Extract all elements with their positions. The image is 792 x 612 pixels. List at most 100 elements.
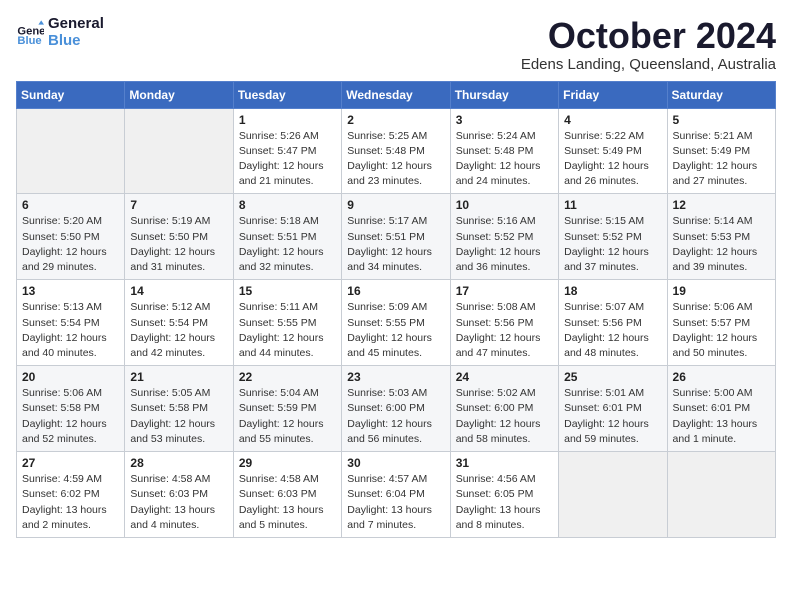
day-number: 9	[347, 198, 444, 212]
calendar-cell: 7 Sunrise: 5:19 AM Sunset: 5:50 PM Daylig…	[125, 194, 233, 280]
day-number: 20	[22, 370, 119, 384]
calendar-cell	[125, 108, 233, 194]
calendar-cell: 8 Sunrise: 5:18 AM Sunset: 5:51 PM Daylig…	[233, 194, 341, 280]
day-info: Sunrise: 5:06 AM Sunset: 5:58 PM Dayligh…	[22, 386, 119, 447]
calendar-cell: 11Sunrise: 5:15 AM Sunset: 5:52 PM Dayli…	[559, 194, 667, 280]
calendar-cell: 23Sunrise: 5:03 AM Sunset: 6:00 PM Dayli…	[342, 366, 450, 452]
day-number: 6	[22, 198, 119, 212]
day-info: Sunrise: 5:08 AM Sunset: 5:56 PM Dayligh…	[456, 300, 553, 361]
calendar-cell: 24 Sunrise: 5:02 AM Sunset: 6:00 PM Dayli…	[450, 366, 558, 452]
day-info: Sunrise: 4:59 AM Sunset: 6:02 PM Dayligh…	[22, 472, 119, 533]
calendar-cell: 19 Sunrise: 5:06 AM Sunset: 5:57 PM Dayli…	[667, 280, 775, 366]
day-info: Sunrise: 5:20 AM Sunset: 5:50 PM Dayligh…	[22, 214, 119, 275]
calendar-cell: 28 Sunrise: 4:58 AM Sunset: 6:03 PM Dayli…	[125, 452, 233, 538]
day-number: 17	[456, 284, 553, 298]
day-number: 8	[239, 198, 336, 212]
day-info: Sunrise: 4:58 AM Sunset: 6:03 PM Dayligh…	[239, 472, 336, 533]
calendar-cell: 27 Sunrise: 4:59 AM Sunset: 6:02 PM Dayli…	[17, 452, 125, 538]
logo-line1: General	[48, 16, 104, 33]
day-number: 7	[130, 198, 227, 212]
day-info: Sunrise: 5:11 AM Sunset: 5:55 PM Dayligh…	[239, 300, 336, 361]
calendar-week-2: 6 Sunrise: 5:20 AM Sunset: 5:50 PM Daylig…	[17, 194, 776, 280]
calendar-cell: 20 Sunrise: 5:06 AM Sunset: 5:58 PM Dayli…	[17, 366, 125, 452]
day-info: Sunrise: 5:18 AM Sunset: 5:51 PM Dayligh…	[239, 214, 336, 275]
location-title: Edens Landing, Queensland, Australia	[521, 56, 776, 73]
calendar-cell: 3 Sunrise: 5:24 AM Sunset: 5:48 PM Daylig…	[450, 108, 558, 194]
day-number: 13	[22, 284, 119, 298]
calendar-cell	[667, 452, 775, 538]
day-info: Sunrise: 5:14 AM Sunset: 5:53 PM Dayligh…	[673, 214, 770, 275]
day-info: Sunrise: 4:56 AM Sunset: 6:05 PM Dayligh…	[456, 472, 553, 533]
calendar-cell: 1 Sunrise: 5:26 AM Sunset: 5:47 PM Daylig…	[233, 108, 341, 194]
day-info: Sunrise: 5:24 AM Sunset: 5:48 PM Dayligh…	[456, 129, 553, 190]
day-number: 28	[130, 456, 227, 470]
header-tuesday: Tuesday	[233, 81, 341, 108]
page-header: General Blue General Blue October 2024 E…	[16, 16, 776, 73]
day-number: 12	[673, 198, 770, 212]
day-number: 15	[239, 284, 336, 298]
day-info: Sunrise: 5:12 AM Sunset: 5:54 PM Dayligh…	[130, 300, 227, 361]
calendar-cell: 29Sunrise: 4:58 AM Sunset: 6:03 PM Dayli…	[233, 452, 341, 538]
calendar-cell: 4Sunrise: 5:22 AM Sunset: 5:49 PM Daylig…	[559, 108, 667, 194]
calendar-cell: 10Sunrise: 5:16 AM Sunset: 5:52 PM Dayli…	[450, 194, 558, 280]
calendar-cell	[17, 108, 125, 194]
day-info: Sunrise: 5:01 AM Sunset: 6:01 PM Dayligh…	[564, 386, 661, 447]
svg-text:Blue: Blue	[17, 35, 41, 47]
day-number: 25	[564, 370, 661, 384]
calendar-week-4: 20 Sunrise: 5:06 AM Sunset: 5:58 PM Dayli…	[17, 366, 776, 452]
calendar-cell: 13Sunrise: 5:13 AM Sunset: 5:54 PM Dayli…	[17, 280, 125, 366]
day-info: Sunrise: 5:17 AM Sunset: 5:51 PM Dayligh…	[347, 214, 444, 275]
day-number: 21	[130, 370, 227, 384]
calendar-cell: 16Sunrise: 5:09 AM Sunset: 5:55 PM Dayli…	[342, 280, 450, 366]
calendar-cell: 5Sunrise: 5:21 AM Sunset: 5:49 PM Daylig…	[667, 108, 775, 194]
calendar-cell: 9 Sunrise: 5:17 AM Sunset: 5:51 PM Daylig…	[342, 194, 450, 280]
header-sunday: Sunday	[17, 81, 125, 108]
day-info: Sunrise: 5:03 AM Sunset: 6:00 PM Dayligh…	[347, 386, 444, 447]
day-info: Sunrise: 5:00 AM Sunset: 6:01 PM Dayligh…	[673, 386, 770, 447]
calendar-cell: 12 Sunrise: 5:14 AM Sunset: 5:53 PM Dayli…	[667, 194, 775, 280]
header-monday: Monday	[125, 81, 233, 108]
day-number: 1	[239, 113, 336, 127]
day-info: Sunrise: 4:57 AM Sunset: 6:04 PM Dayligh…	[347, 472, 444, 533]
day-number: 30	[347, 456, 444, 470]
day-number: 31	[456, 456, 553, 470]
day-info: Sunrise: 5:06 AM Sunset: 5:57 PM Dayligh…	[673, 300, 770, 361]
day-info: Sunrise: 5:19 AM Sunset: 5:50 PM Dayligh…	[130, 214, 227, 275]
day-number: 5	[673, 113, 770, 127]
day-number: 3	[456, 113, 553, 127]
month-title: October 2024	[521, 16, 776, 56]
day-number: 10	[456, 198, 553, 212]
header-wednesday: Wednesday	[342, 81, 450, 108]
calendar-cell: 15 Sunrise: 5:11 AM Sunset: 5:55 PM Dayli…	[233, 280, 341, 366]
logo-icon: General Blue	[16, 19, 44, 47]
day-info: Sunrise: 5:26 AM Sunset: 5:47 PM Dayligh…	[239, 129, 336, 190]
calendar-week-5: 27 Sunrise: 4:59 AM Sunset: 6:02 PM Dayli…	[17, 452, 776, 538]
calendar-cell: 31 Sunrise: 4:56 AM Sunset: 6:05 PM Dayli…	[450, 452, 558, 538]
day-number: 2	[347, 113, 444, 127]
calendar-cell: 30 Sunrise: 4:57 AM Sunset: 6:04 PM Dayli…	[342, 452, 450, 538]
calendar-cell: 26Sunrise: 5:00 AM Sunset: 6:01 PM Dayli…	[667, 366, 775, 452]
calendar-cell: 25 Sunrise: 5:01 AM Sunset: 6:01 PM Dayli…	[559, 366, 667, 452]
day-number: 22	[239, 370, 336, 384]
calendar-cell: 17 Sunrise: 5:08 AM Sunset: 5:56 PM Dayli…	[450, 280, 558, 366]
day-info: Sunrise: 5:02 AM Sunset: 6:00 PM Dayligh…	[456, 386, 553, 447]
day-number: 24	[456, 370, 553, 384]
calendar-cell: 22Sunrise: 5:04 AM Sunset: 5:59 PM Dayli…	[233, 366, 341, 452]
calendar-cell: 18 Sunrise: 5:07 AM Sunset: 5:56 PM Dayli…	[559, 280, 667, 366]
day-number: 27	[22, 456, 119, 470]
day-number: 14	[130, 284, 227, 298]
day-info: Sunrise: 5:05 AM Sunset: 5:58 PM Dayligh…	[130, 386, 227, 447]
calendar-cell: 14 Sunrise: 5:12 AM Sunset: 5:54 PM Dayli…	[125, 280, 233, 366]
day-info: Sunrise: 5:25 AM Sunset: 5:48 PM Dayligh…	[347, 129, 444, 190]
header-thursday: Thursday	[450, 81, 558, 108]
day-info: Sunrise: 5:07 AM Sunset: 5:56 PM Dayligh…	[564, 300, 661, 361]
day-number: 19	[673, 284, 770, 298]
day-number: 18	[564, 284, 661, 298]
calendar-header-row: SundayMondayTuesdayWednesdayThursdayFrid…	[17, 81, 776, 108]
calendar-table: SundayMondayTuesdayWednesdayThursdayFrid…	[16, 81, 776, 538]
logo-line2: Blue	[48, 33, 104, 50]
day-info: Sunrise: 4:58 AM Sunset: 6:03 PM Dayligh…	[130, 472, 227, 533]
calendar-cell: 6 Sunrise: 5:20 AM Sunset: 5:50 PM Daylig…	[17, 194, 125, 280]
calendar-week-3: 13Sunrise: 5:13 AM Sunset: 5:54 PM Dayli…	[17, 280, 776, 366]
logo: General Blue General Blue	[16, 16, 104, 49]
